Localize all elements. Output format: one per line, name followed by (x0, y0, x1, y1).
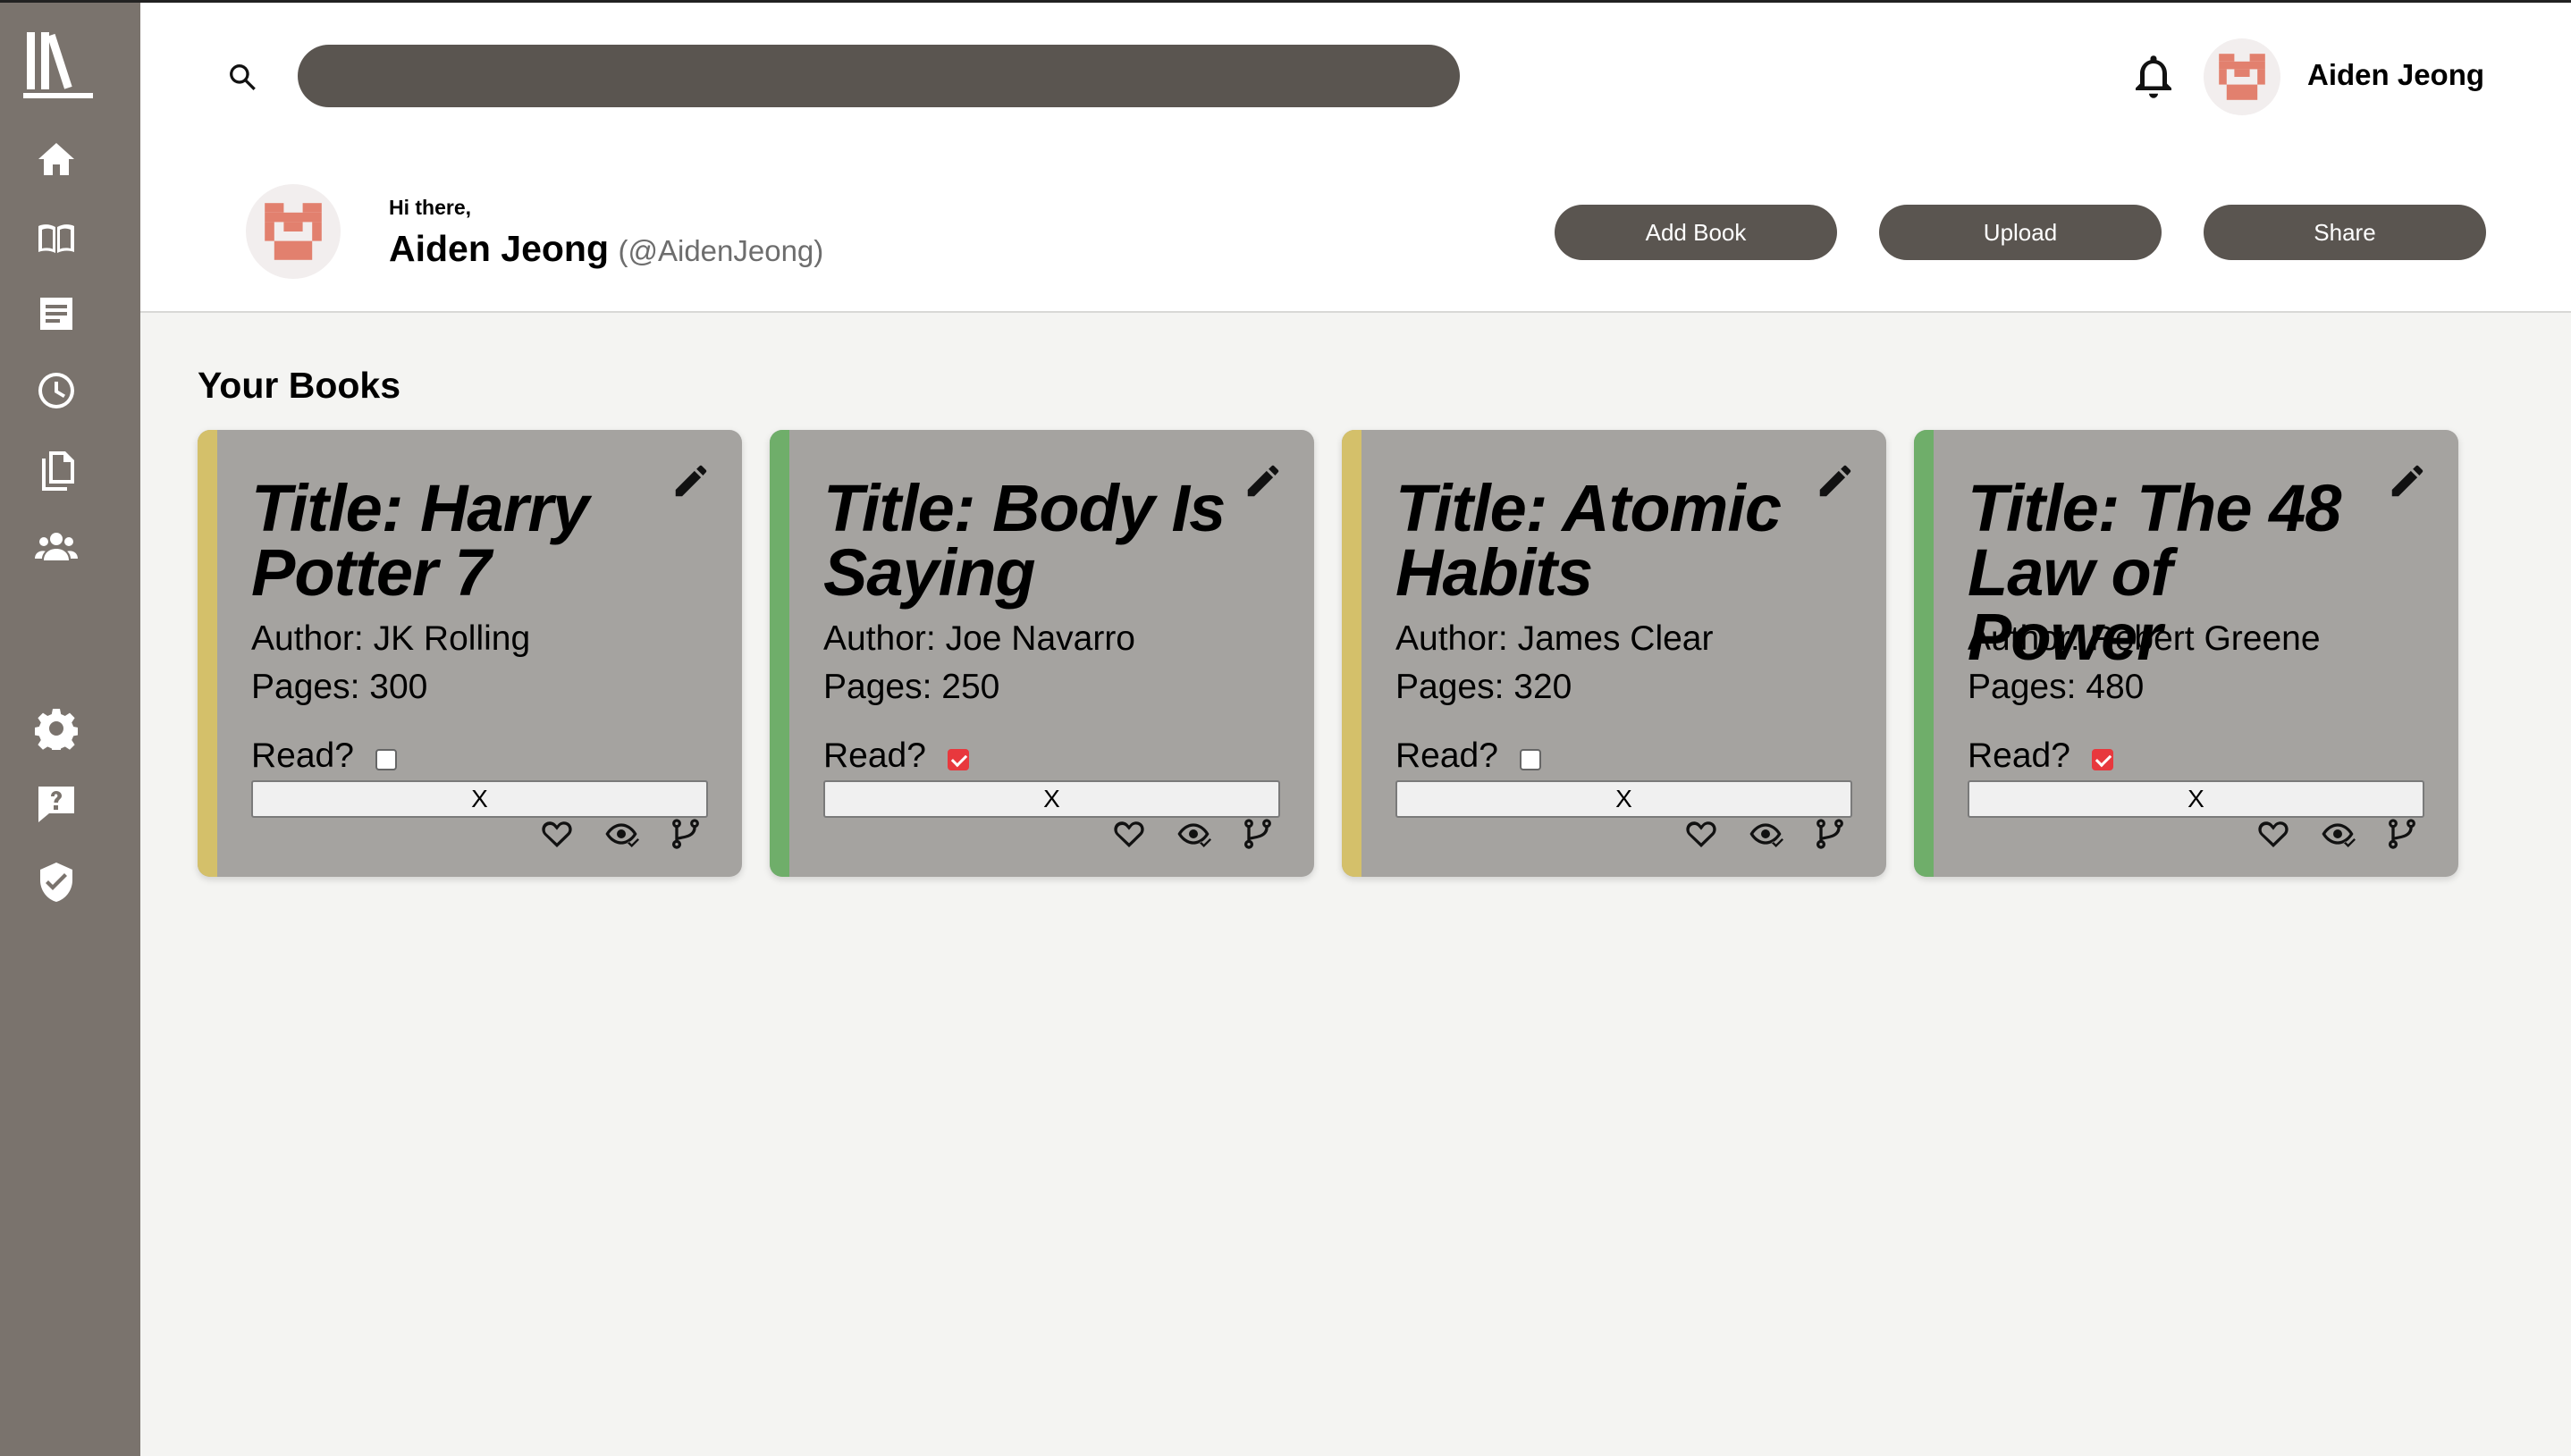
heart-icon[interactable] (539, 816, 578, 855)
documents-icon[interactable] (32, 445, 80, 493)
profile-handle: (@AidenJeong) (618, 234, 824, 267)
top-border (0, 0, 2571, 3)
book-author: Author: James Clear (1395, 619, 1714, 658)
read-checkbox[interactable] (2092, 749, 2113, 770)
book-pages: Pages: 320 (1395, 668, 1572, 706)
book-icon[interactable] (32, 215, 80, 263)
search-input[interactable] (298, 45, 1460, 107)
eye-icon[interactable] (603, 816, 643, 855)
greeting: Hi there, (389, 196, 472, 219)
eye-icon[interactable] (2320, 816, 2359, 855)
book-card: Title: Harry Potter 7 Author: JK Rolling… (198, 430, 742, 877)
card-accent (1914, 430, 1934, 877)
add-book-button[interactable]: Add Book (1555, 205, 1837, 260)
fork-icon[interactable] (668, 816, 707, 855)
read-checkbox[interactable] (1520, 749, 1541, 770)
read-label: Read? (1968, 736, 2070, 775)
book-card: Title: Body Is Saying Author: Joe Navarr… (770, 430, 1314, 877)
header: Aiden Jeong Hi there, Aiden Jeong (@Aide… (140, 3, 2571, 313)
heart-icon[interactable] (1683, 816, 1723, 855)
search-icon[interactable] (225, 60, 261, 96)
remove-button[interactable]: X (1395, 780, 1852, 818)
card-accent (198, 430, 217, 877)
fork-icon[interactable] (1812, 816, 1851, 855)
read-label: Read? (823, 736, 926, 775)
shield-icon[interactable] (32, 858, 80, 906)
card-accent (1342, 430, 1361, 877)
read-label: Read? (251, 736, 354, 775)
remove-button[interactable]: X (1968, 780, 2424, 818)
help-icon[interactable] (32, 780, 80, 829)
book-pages: Pages: 300 (251, 668, 428, 706)
avatar[interactable] (2204, 38, 2280, 115)
heart-icon[interactable] (1111, 816, 1151, 855)
home-icon[interactable] (32, 135, 80, 183)
articles-icon[interactable] (32, 290, 80, 338)
section-title: Your Books (198, 365, 401, 406)
eye-icon[interactable] (1176, 816, 1215, 855)
share-button[interactable]: Share (2204, 205, 2486, 260)
read-checkbox[interactable] (948, 749, 969, 770)
book-pages: Pages: 480 (1968, 668, 2145, 706)
profile-name-line: Aiden Jeong (@AidenJeong) (389, 228, 823, 270)
book-title: Title: Harry Potter 7 (251, 471, 589, 610)
remove-button[interactable]: X (823, 780, 1280, 818)
edit-icon[interactable] (2387, 460, 2428, 501)
settings-icon[interactable] (32, 704, 80, 753)
profile-avatar (246, 184, 341, 279)
heart-icon[interactable] (2255, 816, 2295, 855)
fork-icon[interactable] (2384, 816, 2423, 855)
edit-icon[interactable] (1815, 460, 1856, 501)
book-title: Title: Body Is Saying (823, 471, 1226, 610)
fork-icon[interactable] (1240, 816, 1279, 855)
profile-name: Aiden Jeong (389, 228, 610, 269)
history-icon[interactable] (32, 366, 80, 415)
card-actions (1342, 816, 1886, 861)
remove-button[interactable]: X (251, 780, 708, 818)
book-card: Title: Atomic Habits Author: James Clear… (1342, 430, 1886, 877)
edit-icon[interactable] (670, 460, 712, 501)
people-icon[interactable] (32, 522, 80, 570)
logo-icon[interactable] (23, 27, 93, 102)
header-username[interactable]: Aiden Jeong (2307, 58, 2484, 92)
bell-icon[interactable] (2127, 50, 2180, 104)
upload-button[interactable]: Upload (1879, 205, 2162, 260)
book-pages: Pages: 250 (823, 668, 1000, 706)
book-author: Author: Joe Navarro (823, 619, 1136, 658)
eye-icon[interactable] (1748, 816, 1787, 855)
edit-icon[interactable] (1243, 460, 1284, 501)
card-actions (1914, 816, 2458, 861)
book-title: Title: Atomic Habits (1395, 471, 1782, 610)
read-checkbox[interactable] (375, 749, 397, 770)
card-accent (770, 430, 789, 877)
book-author: Author: JK Rolling (251, 619, 531, 658)
book-card: Title: The 48 Law of Power Author: Rober… (1914, 430, 2458, 877)
card-actions (198, 816, 742, 861)
sidebar (0, 0, 140, 1456)
book-author: Author: Robert Greene (1968, 619, 2321, 658)
read-label: Read? (1395, 736, 1498, 775)
card-actions (770, 816, 1314, 861)
